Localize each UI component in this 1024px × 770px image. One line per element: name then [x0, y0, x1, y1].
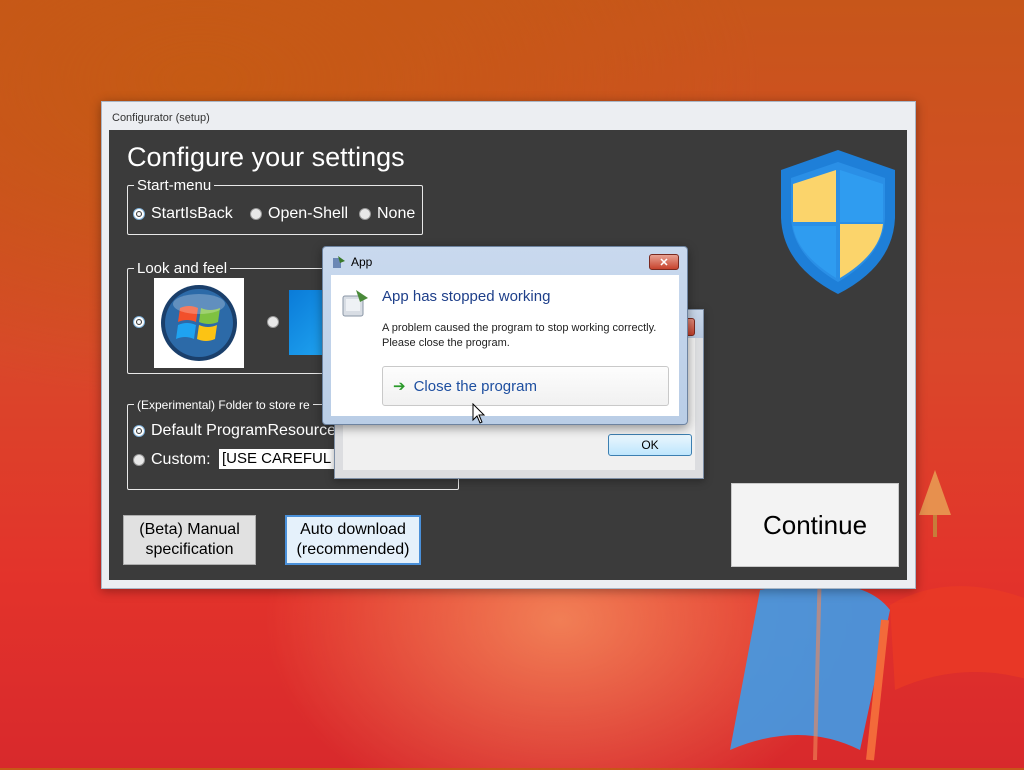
mouse-cursor-icon: [472, 403, 486, 424]
app-crash-dialog: App ✕ App has stopped working A problem …: [322, 246, 688, 425]
ok-button[interactable]: OK: [608, 434, 692, 456]
radio-custom-folder[interactable]: Custom:: [133, 451, 211, 469]
radio-indicator[interactable]: [133, 424, 145, 437]
dialog-title: App: [351, 255, 373, 269]
close-icon: ✕: [659, 256, 669, 269]
green-arrow-icon: ➔: [393, 378, 406, 395]
start-menu-group-label: Start-menu: [134, 177, 215, 194]
radio-look-win10[interactable]: [267, 316, 279, 328]
look-and-feel-group-label: Look and feel: [134, 260, 231, 277]
windows7-orb-icon: [161, 285, 237, 361]
radio-none[interactable]: None: [359, 205, 415, 223]
page-title: Configure your settings: [127, 142, 405, 172]
app-small-icon: [333, 256, 345, 268]
dialog-heading: App has stopped working: [382, 288, 551, 305]
tree-decoration: [919, 470, 951, 537]
radio-indicator[interactable]: [359, 207, 371, 220]
radio-default-folder[interactable]: Default ProgramResource: [133, 422, 336, 440]
windows7-logo-image[interactable]: [154, 278, 244, 368]
custom-folder-input[interactable]: [USE CAREFUL: [219, 449, 342, 469]
dialog-message: A problem caused the program to stop wor…: [382, 322, 657, 349]
continue-button[interactable]: Continue: [731, 483, 899, 567]
folder-group-label: (Experimental) Folder to store re: [134, 398, 313, 412]
dialog-close-button[interactable]: ✕: [649, 254, 679, 270]
radio-open-shell[interactable]: Open-Shell: [250, 205, 348, 223]
radio-look-win7[interactable]: [133, 316, 145, 328]
shield-icon: [781, 150, 895, 294]
radio-indicator[interactable]: [133, 453, 145, 466]
close-program-button[interactable]: ➔ Close the program: [382, 366, 669, 406]
windows7-flag-wallpaper: [730, 564, 1024, 761]
radio-indicator[interactable]: [133, 207, 145, 220]
manual-specification-button[interactable]: (Beta) Manual specification: [123, 515, 256, 565]
program-error-icon: [342, 290, 368, 317]
dialog-body: App has stopped working A problem caused…: [331, 275, 679, 416]
radio-indicator[interactable]: [250, 207, 262, 220]
auto-download-button[interactable]: Auto download (recommended): [285, 515, 421, 565]
window-title: Configurator (setup): [112, 112, 210, 124]
radio-startisback[interactable]: StartIsBack: [133, 205, 233, 223]
close-program-label: Close the program: [413, 377, 537, 395]
